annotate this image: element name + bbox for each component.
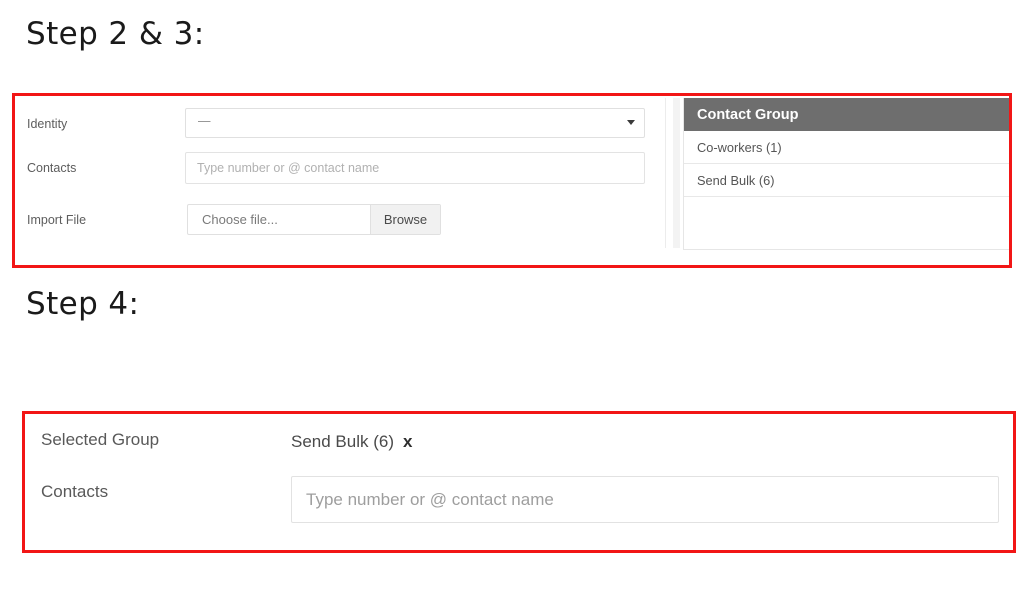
file-name-display[interactable]: Choose file... <box>188 205 370 234</box>
step-2-3-annotation-box: Identity — Contacts Import File Choose f… <box>12 93 1012 268</box>
import-file-row: Import File Choose file... Browse <box>15 204 665 248</box>
file-picker[interactable]: Choose file... Browse <box>187 204 441 235</box>
import-file-label: Import File <box>27 213 86 227</box>
identity-selected-value: — <box>198 114 210 128</box>
list-item[interactable]: Co-workers (1) <box>684 131 1009 164</box>
list-item[interactable]: Send Bulk (6) <box>684 164 1009 197</box>
compose-form-left-column: Identity — Contacts Import File Choose f… <box>15 96 665 265</box>
contact-group-empty-area <box>684 197 1009 249</box>
page-title-step-4: Step 4: <box>26 286 139 322</box>
contact-group-header: Contact Group <box>684 98 1009 131</box>
identity-row: Identity — <box>15 108 665 152</box>
page-title-step-2-3: Step 2 & 3: <box>26 16 205 52</box>
contact-group-scrollbar[interactable] <box>673 98 680 248</box>
remove-group-icon[interactable]: x <box>403 432 412 451</box>
selected-group-chip: Send Bulk (6) x <box>291 432 412 452</box>
identity-label: Identity <box>27 117 67 131</box>
selected-group-row: Selected Group Send Bulk (6) x <box>25 424 1013 464</box>
contact-group-panel: Contact Group Co-workers (1) Send Bulk (… <box>683 98 1009 250</box>
contacts-input[interactable] <box>185 152 645 184</box>
selected-group-label: Selected Group <box>41 430 159 450</box>
panel-divider <box>665 98 666 248</box>
contacts-input-step-4[interactable] <box>291 476 999 523</box>
contacts-label: Contacts <box>27 161 76 175</box>
identity-select[interactable]: — <box>185 108 645 138</box>
contacts-row-step-4: Contacts <box>25 476 1013 524</box>
contacts-row: Contacts <box>15 152 665 196</box>
step-4-annotation-box: Selected Group Send Bulk (6) x Contacts <box>22 411 1016 553</box>
browse-button[interactable]: Browse <box>370 205 440 234</box>
contacts-label-step-4: Contacts <box>41 482 108 502</box>
chevron-down-icon <box>627 120 635 125</box>
selected-group-chip-label: Send Bulk (6) <box>291 432 394 451</box>
